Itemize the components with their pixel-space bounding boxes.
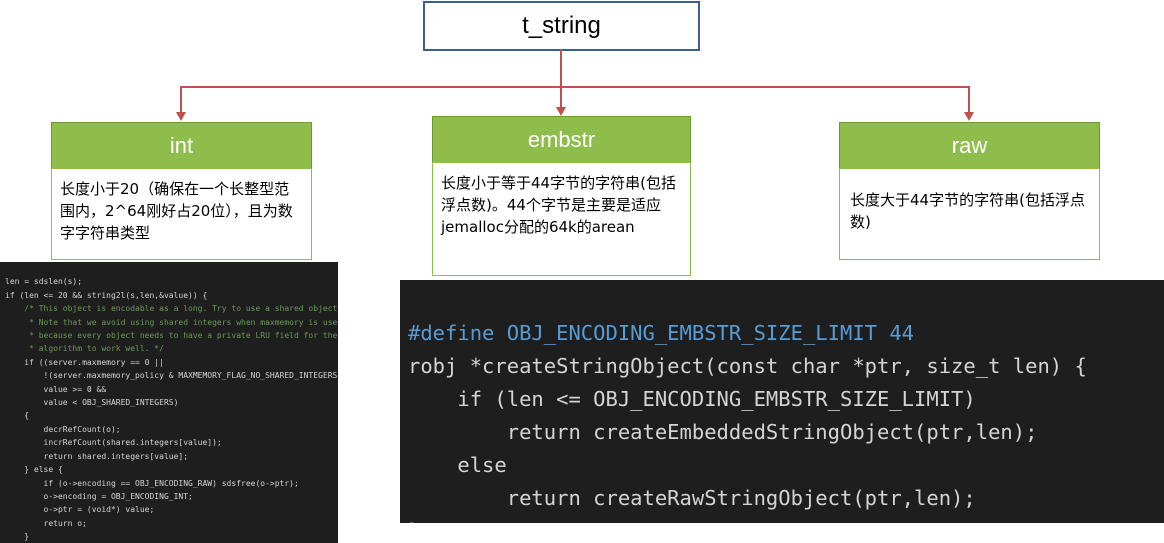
node-int-title: int — [51, 122, 312, 169]
code-line: len = sdslen(s); — [5, 277, 83, 287]
code-line-close: } — [408, 515, 1164, 523]
code-line-define: #define OBJ_ENCODING_EMBSTR_SIZE_LIMIT 4… — [408, 321, 915, 345]
code-int-panel: len = sdslen(s); if (len <= 20 && string2… — [0, 262, 338, 543]
arrow-raw — [964, 112, 974, 121]
code-line: * algorithm to work well. */ — [5, 344, 164, 354]
connector-stem — [560, 49, 562, 87]
node-int-description-text: 长度小于20（确保在一个长整型范围内，2^64刚好占20位），且为数字字符串类型 — [60, 180, 293, 242]
node-embstr-description-text: 长度小于等于44字节的字符串(包括浮点数)。44个字节是主要是适应jemallo… — [441, 174, 676, 236]
node-embstr-title-text: embstr — [527, 126, 596, 152]
code-line-signature: robj *createStringObject(const char *ptr… — [408, 354, 1087, 378]
node-int-description: 长度小于20（确保在一个长整型范围内，2^64刚好占20位），且为数字字符串类型 — [51, 168, 312, 260]
code-line: value >= 0 && — [5, 384, 107, 394]
code-line: * Note that we avoid using shared intege… — [5, 317, 338, 327]
root-node: t_string — [423, 1, 700, 51]
code-line: o->encoding = OBJ_ENCODING_INT; — [5, 491, 193, 501]
code-line: return o; — [5, 518, 87, 528]
code-line: * because every object needs to have a p… — [5, 331, 338, 341]
code-line: if ((server.maxmemory == 0 || — [5, 357, 164, 367]
code-line: } — [5, 532, 30, 542]
arrow-embstr — [556, 107, 566, 116]
code-line: !(server.maxmemory_policy & MAXMEMORY_FL… — [5, 371, 338, 381]
code-line: /* This object is encodable as a long. T… — [5, 304, 338, 314]
connector-raw — [968, 86, 970, 113]
node-raw-description: 长度大于44字节的字符串(包括浮点数) — [839, 168, 1100, 260]
code-line: { — [5, 411, 30, 421]
root-label: t_string — [522, 12, 601, 39]
code-embstr-panel: #define OBJ_ENCODING_EMBSTR_SIZE_LIMIT 4… — [400, 280, 1164, 523]
connector-bar — [180, 86, 970, 88]
node-raw-title: raw — [839, 122, 1100, 169]
code-line: o->ptr = (void*) value; — [5, 505, 155, 515]
code-line: } else { — [5, 465, 63, 475]
arrow-int — [176, 112, 186, 121]
connector-int — [180, 86, 182, 113]
node-raw-title-text: raw — [951, 132, 988, 158]
code-line: if (o->encoding == OBJ_ENCODING_RAW) sds… — [5, 478, 299, 488]
node-embstr-description: 长度小于等于44字节的字符串(包括浮点数)。44个字节是主要是适应jemallo… — [432, 162, 691, 276]
code-line-return-raw: return createRawStringObject(ptr,len); — [408, 486, 976, 510]
code-line: decrRefCount(o); — [5, 424, 121, 434]
connector-embstr — [560, 86, 562, 108]
node-embstr-title: embstr — [432, 116, 691, 163]
code-line-if: if (len <= OBJ_ENCODING_EMBSTR_SIZE_LIMI… — [408, 387, 976, 411]
code-line: value < OBJ_SHARED_INTEGERS) — [5, 398, 179, 408]
code-line: incrRefCount(shared.integers[value]); — [5, 438, 222, 448]
node-raw-description-text: 长度大于44字节的字符串(包括浮点数) — [850, 191, 1085, 231]
code-line-else: else — [408, 453, 507, 477]
code-line: return shared.integers[value]; — [5, 451, 189, 461]
code-line-return-embedded: return createEmbeddedStringObject(ptr,le… — [408, 420, 1038, 444]
code-line: if (len <= 20 && string2l(s,len,&value))… — [5, 290, 208, 300]
node-int-title-text: int — [169, 132, 194, 158]
